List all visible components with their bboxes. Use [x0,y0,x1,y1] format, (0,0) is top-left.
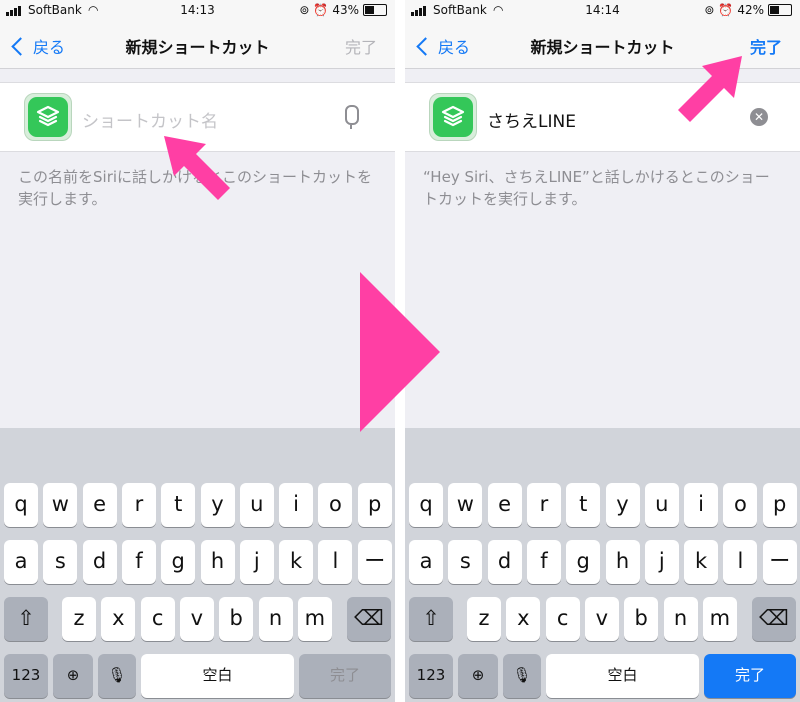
key-v[interactable]: v [584,597,619,641]
key-i[interactable]: i [279,483,314,527]
key-o[interactable]: o [723,483,758,527]
keyboard: qwertyuiop asdfghjklー ⇧ ⌫ zxcvbnm 123 ⊕ … [405,428,800,702]
key-e[interactable]: e [82,483,117,527]
done-button[interactable]: 完了 [750,34,782,58]
key-j[interactable]: j [644,540,679,584]
battery-icon [768,4,792,16]
key-g[interactable]: g [161,540,196,584]
globe-key[interactable]: ⊕ [458,654,498,698]
shift-key[interactable]: ⇧ [409,597,453,641]
key-r[interactable]: r [121,483,156,527]
shortcut-name-input[interactable]: さちえLINE [487,107,576,132]
numbers-key[interactable]: 123 [409,654,453,698]
numbers-key[interactable]: 123 [4,654,48,698]
shortcut-name-input[interactable]: ショートカット名 [82,107,218,132]
key-b[interactable]: b [624,597,659,641]
key-t[interactable]: t [161,483,196,527]
keyboard-done-key[interactable]: 完了 [704,654,796,698]
key-g[interactable]: g [566,540,601,584]
key-q[interactable]: q [4,483,38,527]
key-n[interactable]: n [663,597,698,641]
key-v[interactable]: v [179,597,214,641]
key-a[interactable]: a [4,540,38,584]
key-f[interactable]: f [526,540,561,584]
page-title: 新規ショートカット [125,38,270,57]
battery-percent: 42% [737,3,764,17]
key-l[interactable]: l [723,540,758,584]
key-s[interactable]: s [448,540,483,584]
status-bar: SoftBank ◠ 14:14 ⊚ ⏰ 42% [405,0,800,22]
key-c[interactable]: c [140,597,175,641]
status-right: ⊚ ⏰ 42% [704,3,792,17]
microphone-icon[interactable] [345,105,359,129]
left-screen: SoftBank ◠ 14:13 ⊚ ⏰ 43% 戻る 新規ショートカット 完了… [0,0,395,702]
shift-key[interactable]: ⇧ [4,597,48,641]
status-bar: SoftBank ◠ 14:13 ⊚ ⏰ 43% [0,0,395,22]
dictation-key[interactable]: 🎙 [98,654,136,698]
key-o[interactable]: o [318,483,353,527]
keyboard: qwertyuiop asdfghjklー ⇧ ⌫ zxcvbnm 123 ⊕ … [0,428,395,702]
key-u[interactable]: u [644,483,679,527]
key-m[interactable]: m [702,597,737,641]
key-u[interactable]: u [239,483,274,527]
key-r[interactable]: r [526,483,561,527]
key-p[interactable]: p [762,483,797,527]
key-c[interactable]: c [545,597,580,641]
navigation-bar: 戻る 新規ショートカット 完了 [0,22,395,69]
key-s[interactable]: s [43,540,78,584]
key-k[interactable]: k [684,540,719,584]
pointer-arrow-input [164,136,230,200]
key-w[interactable]: w [448,483,483,527]
lock-rotation-icon: ⊚ [299,3,310,17]
key-h[interactable]: h [605,540,640,584]
backspace-key[interactable]: ⌫ [347,597,391,641]
key-b[interactable]: b [219,597,254,641]
key-a[interactable]: a [409,540,443,584]
space-key[interactable]: 空白 [546,654,699,698]
help-text: “Hey Siri、さちえLINE”と話しかけるとこのショートカットを実行します… [423,168,770,208]
space-key[interactable]: 空白 [141,654,294,698]
shortcut-app-icon[interactable] [429,93,477,141]
clear-text-icon[interactable]: ✕ [750,108,768,126]
alarm-icon: ⏰ [718,3,734,17]
backspace-key[interactable]: ⌫ [752,597,796,641]
key-x[interactable]: x [101,597,136,641]
key-y[interactable]: y [200,483,235,527]
battery-percent: 43% [332,3,359,17]
key-long-vowel[interactable]: ー [762,540,797,584]
key-e[interactable]: e [487,483,522,527]
key-f[interactable]: f [121,540,156,584]
key-i[interactable]: i [684,483,719,527]
pointer-arrow-done [678,56,742,122]
key-n[interactable]: n [258,597,293,641]
key-y[interactable]: y [605,483,640,527]
key-z[interactable]: z [467,597,501,641]
next-step-arrow [360,272,440,432]
done-button[interactable]: 完了 [345,34,377,58]
key-l[interactable]: l [318,540,353,584]
key-t[interactable]: t [566,483,601,527]
key-h[interactable]: h [200,540,235,584]
key-d[interactable]: d [487,540,522,584]
key-q[interactable]: q [409,483,443,527]
key-w[interactable]: w [43,483,78,527]
key-k[interactable]: k [279,540,314,584]
battery-icon [363,4,387,16]
alarm-icon: ⏰ [313,3,329,17]
key-j[interactable]: j [239,540,274,584]
key-z[interactable]: z [62,597,96,641]
lock-rotation-icon: ⊚ [704,3,715,17]
key-long-vowel[interactable]: ー [357,540,392,584]
status-right: ⊚ ⏰ 43% [299,3,387,17]
globe-key[interactable]: ⊕ [53,654,93,698]
shortcuts-icon [36,105,60,127]
key-m[interactable]: m [297,597,332,641]
keyboard-done-key[interactable]: 完了 [299,654,391,698]
shortcuts-icon [441,105,465,127]
key-x[interactable]: x [506,597,541,641]
shortcut-app-icon[interactable] [24,93,72,141]
key-d[interactable]: d [82,540,117,584]
dictation-key[interactable]: 🎙 [503,654,541,698]
key-p[interactable]: p [357,483,392,527]
